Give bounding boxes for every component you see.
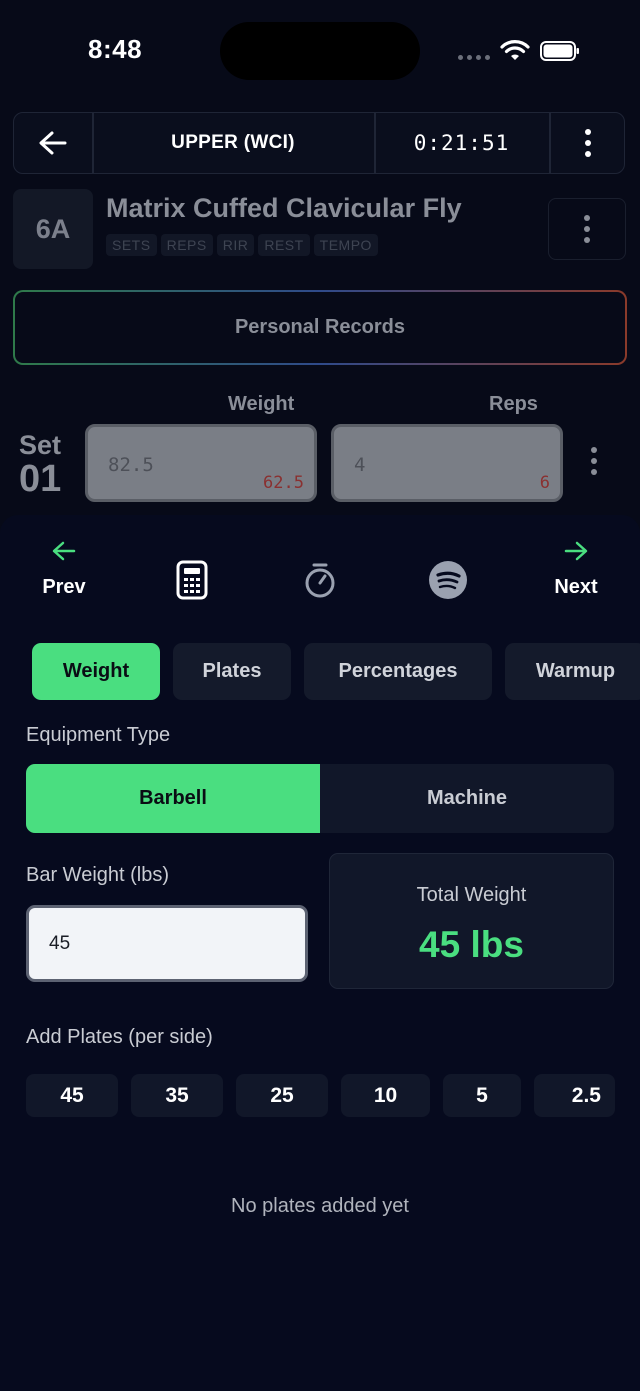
plate-35-button[interactable]: 35 (131, 1074, 223, 1117)
empty-plates-message: No plates added yet (231, 1195, 409, 1217)
exercise-badge: 6A (13, 189, 93, 269)
battery-icon (540, 41, 579, 61)
bar-weight-label: Bar Weight (lbs) (26, 864, 170, 886)
calculator-icon[interactable] (175, 560, 209, 600)
weight-previous: 62.5 (263, 473, 304, 493)
prev-button[interactable]: Prev (36, 540, 92, 599)
back-button[interactable] (14, 113, 92, 173)
workout-header: UPPER (WCI) 0:21:51 (13, 112, 625, 174)
total-weight-card: Total Weight 45 lbs (329, 853, 614, 989)
next-label: Next (554, 576, 598, 598)
arrow-left-icon (52, 541, 76, 561)
plate-2-5-button[interactable]: 2.5 (534, 1074, 615, 1117)
signal-icon (458, 55, 490, 60)
header-more-button[interactable] (549, 113, 626, 173)
reps-previous: 6 (539, 473, 550, 493)
calculator-tabs: Weight Plates Percentages Warmup (32, 643, 640, 700)
equipment-type-selector: Barbell Machine (26, 764, 614, 833)
plate-buttons: 45 35 25 10 5 2.5 (26, 1074, 615, 1117)
plate-25-button[interactable]: 25 (236, 1074, 328, 1117)
more-vertical-icon (584, 215, 590, 243)
exercise-tags: SETS REPS RIR REST TEMPO (106, 234, 378, 256)
machine-option[interactable]: Machine (320, 764, 614, 833)
tag-reps: REPS (160, 234, 213, 256)
set-label: Set (19, 430, 62, 460)
weight-input[interactable]: 82.5 62.5 (85, 424, 317, 502)
timer-icon[interactable] (303, 562, 337, 600)
tag-rir: RIR (216, 234, 255, 256)
tab-weight[interactable]: Weight (32, 643, 160, 700)
total-weight-label: Total Weight (416, 884, 527, 906)
next-button[interactable]: Next (548, 540, 604, 599)
reps-value: 4 (354, 454, 366, 476)
exercise-name: Matrix Cuffed Clavicular Fly (106, 193, 462, 223)
prev-label: Prev (42, 576, 86, 598)
weight-column-label: Weight (228, 393, 295, 415)
set-more-button[interactable] (591, 447, 597, 475)
spotify-icon[interactable] (428, 560, 468, 600)
plate-5-button[interactable]: 5 (443, 1074, 521, 1117)
reps-column-label: Reps (489, 393, 538, 415)
set-number: 01 (19, 458, 62, 500)
barbell-option[interactable]: Barbell (26, 764, 320, 833)
tag-sets: SETS (106, 234, 157, 256)
more-vertical-icon (591, 447, 597, 475)
more-vertical-icon (584, 129, 591, 157)
bar-weight-input[interactable]: 45 (26, 905, 308, 982)
total-weight-value: 45 lbs (419, 924, 524, 965)
weight-value: 82.5 (108, 454, 154, 476)
personal-records-button[interactable]: Personal Records (13, 290, 627, 365)
reps-input[interactable]: 4 6 (331, 424, 563, 502)
plate-10-button[interactable]: 10 (341, 1074, 430, 1117)
tab-plates[interactable]: Plates (173, 643, 291, 700)
tab-percentages[interactable]: Percentages (304, 643, 492, 700)
tab-warmup[interactable]: Warmup (505, 643, 640, 700)
wifi-icon (500, 40, 530, 60)
plate-45-button[interactable]: 45 (26, 1074, 118, 1117)
add-plates-label: Add Plates (per side) (26, 1026, 213, 1048)
tag-rest: REST (258, 234, 310, 256)
workout-title: UPPER (WCI) (171, 132, 295, 153)
status-time: 8:48 (88, 34, 143, 64)
arrow-right-icon (564, 541, 588, 561)
equipment-type-label: Equipment Type (26, 724, 171, 746)
workout-timer: 0:21:51 (413, 131, 510, 155)
arrow-left-icon (39, 131, 67, 155)
exercise-more-button[interactable] (548, 198, 626, 260)
tag-tempo: TEMPO (313, 234, 378, 256)
dynamic-island (220, 22, 420, 80)
